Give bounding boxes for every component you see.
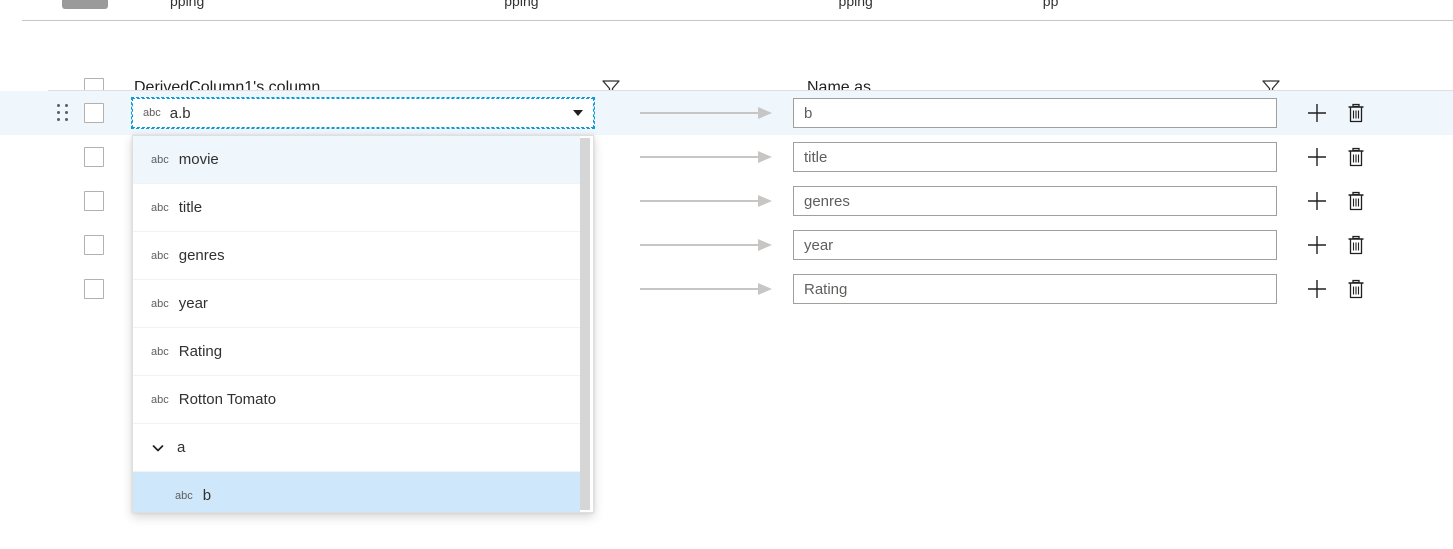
source-column-value: a.b [170,105,573,122]
chevron-down-icon[interactable] [573,110,583,116]
dropdown-option[interactable]: abcb [133,472,581,513]
select-mapping-panel: pping pping pping pp DerivedColumn1's co… [0,0,1453,549]
clipped-pill [62,0,108,9]
mapping-arrow-icon [640,156,772,158]
add-row-button[interactable] [1305,277,1329,301]
add-row-button[interactable] [1305,145,1329,169]
type-abc-icon: abc [151,154,169,166]
dropdown-option-label: title [179,199,202,216]
dropdown-option[interactable]: abc Rating [133,328,581,376]
clipped-top-strip: pping pping pping pp [0,0,1453,18]
dropdown-option-label: Rating [179,343,222,360]
name-as-input[interactable] [793,274,1277,304]
clipped-fragment-3: pping [839,0,873,9]
delete-row-button[interactable] [1344,189,1368,213]
column-dropdown-list[interactable]: abcmovieabctitleabcgenresabcyearabcRatin… [132,135,594,513]
dropdown-option[interactable]: abc movie [133,136,581,184]
add-row-button[interactable] [1305,233,1329,257]
row-checkbox[interactable] [84,147,104,167]
dropdown-scrollbar[interactable] [580,136,592,512]
type-abc-icon: abc [151,394,169,406]
name-as-input[interactable] [793,230,1277,260]
top-divider [22,20,1453,21]
name-as-input[interactable] [793,186,1277,216]
type-abc-icon: abc [151,298,169,310]
dropdown-option[interactable]: a [133,424,581,472]
dropdown-option[interactable]: abc genres [133,232,581,280]
table-header: DerivedColumn1's column Name as [0,32,1453,84]
clipped-fragment-2: pping [504,0,538,9]
mapping-arrow-icon [640,288,772,290]
add-row-button[interactable] [1305,189,1329,213]
mapping-arrow-icon [640,112,772,114]
mapping-arrow-icon [640,200,772,202]
chevron-down-icon[interactable] [151,441,165,455]
dropdown-option-label: year [179,295,208,312]
dropdown-option-label: a [177,439,185,456]
delete-row-button[interactable] [1344,145,1368,169]
clipped-fragment-4: pp [1043,0,1059,9]
row-checkbox[interactable] [84,191,104,211]
mapping-arrow-icon [640,244,772,246]
dropdown-option-label: b [203,487,211,504]
delete-row-button[interactable] [1344,233,1368,257]
clipped-fragment-1: pping [170,0,204,9]
dropdown-option[interactable]: abc Rotton Tomato [133,376,581,424]
dropdown-scrollbar-thumb[interactable] [580,138,590,510]
delete-row-button[interactable] [1344,277,1368,301]
delete-row-button[interactable] [1344,101,1368,125]
source-column-combobox[interactable]: abc a.b [132,98,594,128]
row-checkbox[interactable] [84,103,104,123]
dropdown-option-label: Rotton Tomato [179,391,276,408]
dropdown-option-label: movie [179,151,219,168]
name-as-input[interactable] [793,98,1277,128]
type-abc-icon: abc [175,490,193,502]
dropdown-option-label: genres [179,247,225,264]
add-row-button[interactable] [1305,101,1329,125]
dropdown-option[interactable]: abcyear [133,280,581,328]
row-checkbox[interactable] [84,279,104,299]
row-checkbox[interactable] [84,235,104,255]
name-as-input[interactable] [793,142,1277,172]
type-abc-icon: abc [151,202,169,214]
drag-dots-icon[interactable] [57,104,69,122]
table-row[interactable]: abc a.b [0,91,1453,135]
type-abc-icon: abc [151,346,169,358]
dropdown-options: abcmovieabctitleabcgenresabcyearabcRatin… [133,136,581,513]
type-abc-icon: abc [151,250,169,262]
type-abc-icon: abc [143,107,161,119]
dropdown-option[interactable]: abc title [133,184,581,232]
